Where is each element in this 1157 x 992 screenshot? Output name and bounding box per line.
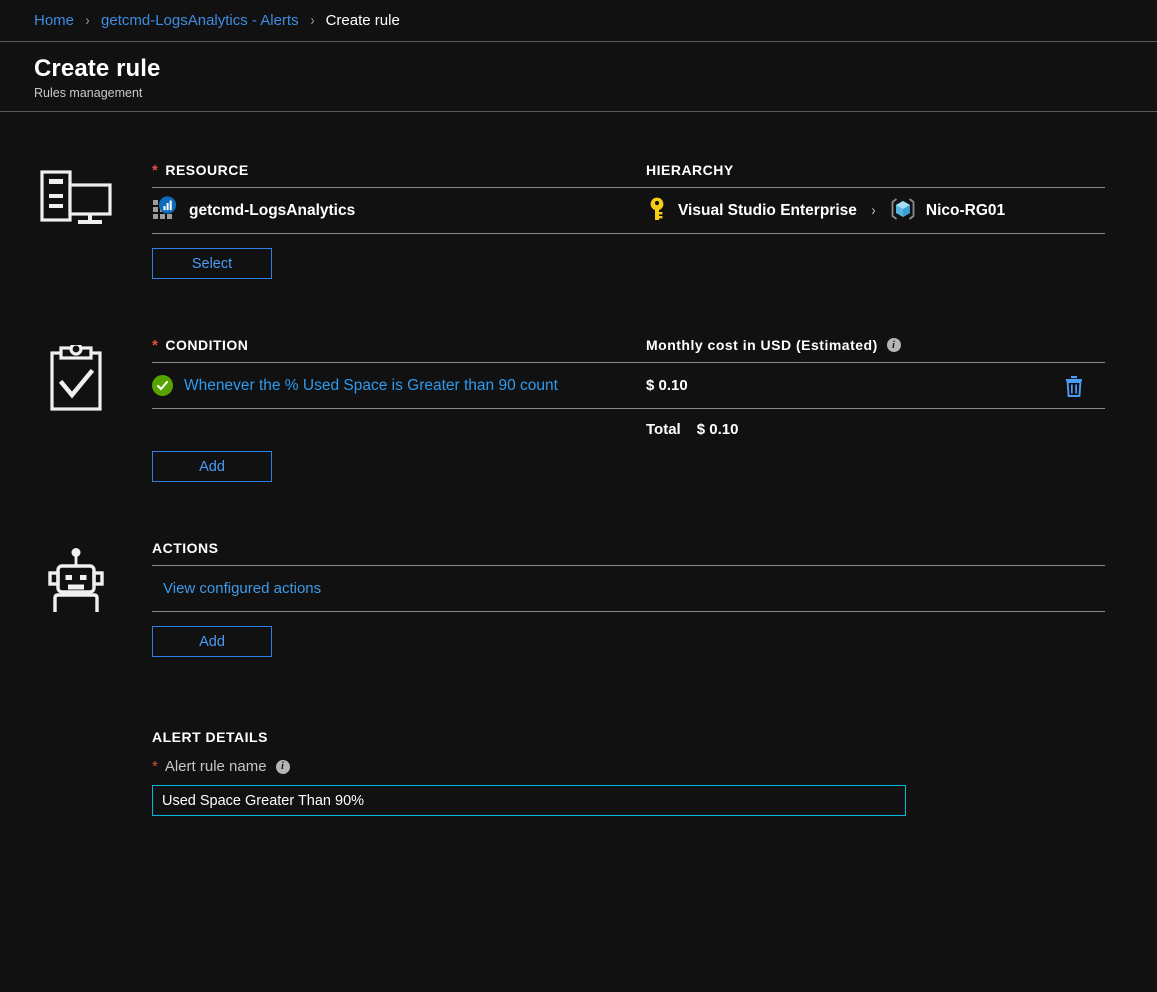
condition-total: Total $ 0.10	[646, 421, 738, 438]
condition-section: * CONDITION Monthly cost in USD (Estimate…	[0, 337, 1157, 483]
breadcrumb-item-home[interactable]: Home	[34, 12, 74, 29]
green-check-icon	[152, 375, 173, 397]
alert-rule-name-input[interactable]	[152, 785, 906, 817]
view-configured-actions-link[interactable]: View configured actions	[163, 580, 321, 597]
condition-total-value: $ 0.10	[696, 420, 739, 438]
page-title: Create rule	[34, 55, 161, 82]
condition-cost: $ 0.10	[646, 377, 688, 395]
required-marker: *	[152, 337, 159, 355]
condition-body: * CONDITION Monthly cost in USD (Estimate…	[152, 337, 1157, 483]
condition-total-row: Total $ 0.10	[152, 409, 1105, 449]
required-marker: *	[152, 162, 159, 180]
actions-section: ACTIONS View configured actions Add	[0, 540, 1157, 658]
alert-rule-name-label: Alert rule name	[164, 758, 267, 776]
breadcrumb: Home › getcmd-LogsAnalytics - Alerts › C…	[0, 0, 1157, 42]
actions-heading-row: ACTIONS	[152, 540, 1105, 567]
resource-body: * RESOURCE HIERARCHY getcmd-LogsAnalytic…	[152, 162, 1157, 280]
hierarchy-cell: Visual Studio Enterprise › Nico-RG01	[646, 196, 1005, 226]
info-icon[interactable]: i	[275, 759, 290, 774]
actions-row: View configured actions	[152, 566, 1105, 613]
hierarchy-separator-icon: ›	[871, 202, 876, 220]
key-icon	[646, 196, 668, 226]
trash-icon[interactable]	[1064, 375, 1084, 397]
alert-details-heading: ALERT DETAILS	[152, 729, 268, 746]
breadcrumb-separator-icon: ›	[85, 12, 90, 29]
breadcrumb-separator-icon: ›	[310, 12, 315, 29]
condition-row-left: Whenever the % Used Space is Greater tha…	[152, 375, 558, 397]
actions-body: ACTIONS View configured actions Add	[152, 540, 1157, 658]
page-header: Create rule Rules management	[0, 42, 1157, 113]
hierarchy-heading: HIERARCHY	[646, 162, 734, 179]
resource-heading-row: * RESOURCE HIERARCHY	[152, 162, 1105, 189]
required-marker: *	[152, 758, 158, 776]
alert-details-section: ALERT DETAILS * Alert rule name i	[0, 729, 1157, 817]
resource-heading-label: RESOURCE	[165, 162, 249, 179]
resource-group-name: Nico-RG01	[925, 201, 1006, 219]
alert-rule-name-label-row: * Alert rule name i	[152, 758, 1105, 775]
resource-name: getcmd-LogsAnalytics	[189, 201, 356, 219]
monitor-icon	[0, 162, 152, 279]
page-subtitle: Rules management	[34, 86, 143, 101]
resource-row: getcmd-LogsAnalytics Visual Studio Enter…	[152, 188, 1105, 235]
resource-group-cube-icon	[890, 196, 916, 226]
log-analytics-icon	[152, 196, 178, 226]
resource-section: * RESOURCE HIERARCHY getcmd-LogsAnalytic…	[0, 162, 1157, 280]
clipboard-check-icon	[0, 337, 152, 482]
monthly-cost-label: Monthly cost in USD (Estimated)	[646, 337, 878, 354]
condition-heading-row: * CONDITION Monthly cost in USD (Estimate…	[152, 337, 1105, 364]
actions-heading: ACTIONS	[152, 540, 219, 557]
condition-row-right: $ 0.10	[646, 377, 688, 394]
actions-add-button[interactable]: Add	[152, 626, 272, 658]
page-content: * RESOURCE HIERARCHY getcmd-LogsAnalytic…	[0, 112, 1157, 817]
condition-heading-label: CONDITION	[165, 337, 249, 354]
condition-heading: * CONDITION	[152, 337, 248, 353]
monthly-cost-heading: Monthly cost in USD (Estimated) i	[646, 337, 901, 353]
condition-row: Whenever the % Used Space is Greater tha…	[152, 363, 1105, 410]
breadcrumb-item-create-rule: Create rule	[325, 12, 400, 29]
breadcrumb-item-alerts[interactable]: getcmd-LogsAnalytics - Alerts	[101, 12, 299, 29]
resource-name-cell: getcmd-LogsAnalytics	[152, 196, 355, 226]
condition-total-label: Total	[646, 420, 681, 438]
robot-icon	[0, 540, 152, 657]
resource-select-button[interactable]: Select	[152, 248, 272, 280]
resource-heading: * RESOURCE	[152, 162, 249, 178]
subscription-name: Visual Studio Enterprise	[678, 201, 857, 219]
info-icon[interactable]: i	[886, 338, 901, 353]
condition-add-button[interactable]: Add	[152, 451, 272, 483]
condition-text[interactable]: Whenever the % Used Space is Greater tha…	[184, 377, 558, 395]
